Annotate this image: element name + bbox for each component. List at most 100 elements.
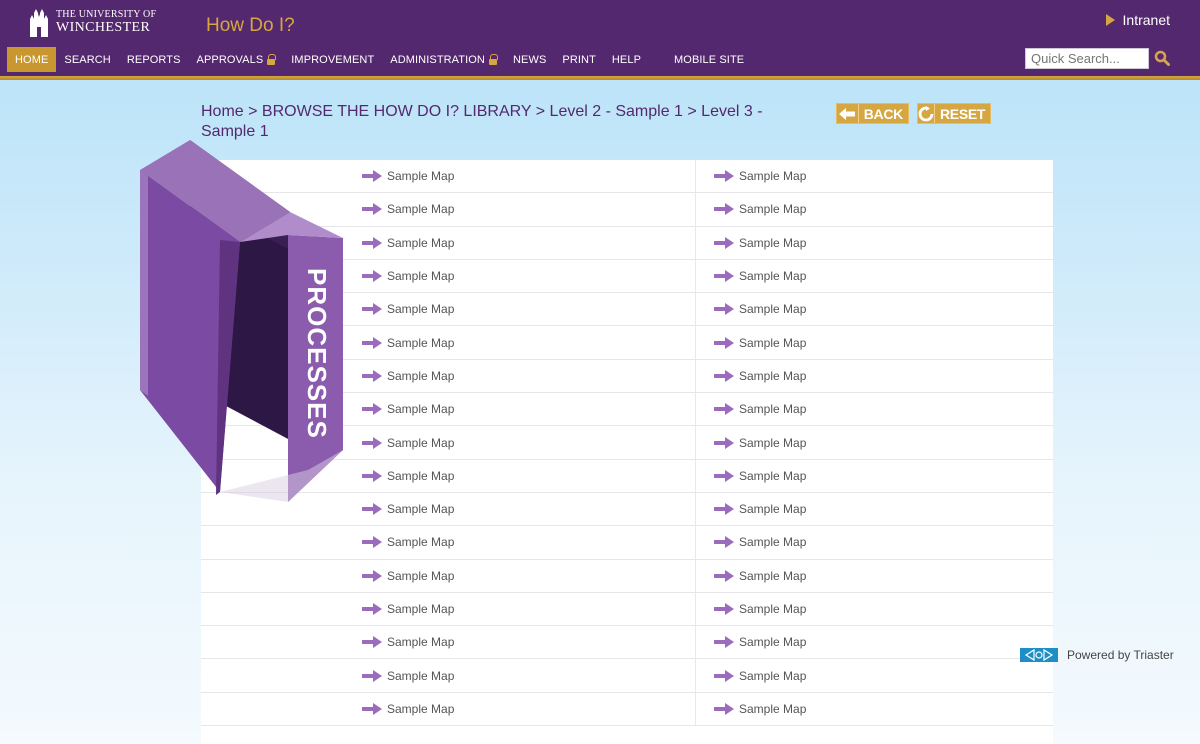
intranet-link[interactable]: Intranet [1105, 12, 1170, 28]
map-link-label[interactable]: Sample Map [739, 402, 806, 416]
map-link-label[interactable]: Sample Map [739, 269, 806, 283]
map-link-label[interactable]: Sample Map [387, 169, 454, 183]
map-list-item[interactable]: Sample Map [696, 626, 1053, 660]
map-link-label[interactable]: Sample Map [387, 635, 454, 649]
quick-search-input[interactable] [1025, 48, 1149, 69]
map-list-item[interactable]: Sample Map [201, 360, 695, 394]
arrow-right-icon [714, 403, 734, 416]
map-list-item[interactable]: Sample Map [201, 193, 695, 227]
breadcrumb[interactable]: Home > BROWSE THE HOW DO I? LIBRARY > Le… [201, 102, 821, 142]
arrow-right-icon [362, 503, 382, 516]
map-link-label[interactable]: Sample Map [387, 436, 454, 450]
nav-item-improvement[interactable]: IMPROVEMENT [283, 47, 382, 72]
map-list-item[interactable]: Sample Map [201, 160, 695, 194]
map-list-item[interactable]: Sample Map [696, 460, 1053, 493]
map-link-label[interactable]: Sample Map [387, 669, 454, 683]
map-list-left-column: Sample Map Sample Map Sample Map Sample Map… [201, 160, 695, 727]
search-icon[interactable] [1154, 50, 1170, 66]
lock-icon [488, 54, 498, 65]
map-list-item[interactable]: Sample Map [201, 227, 695, 260]
map-list-item[interactable]: Sample Map [201, 460, 695, 493]
nav-item-home[interactable]: HOME [7, 47, 57, 72]
map-list-item[interactable]: Sample Map [201, 393, 695, 427]
map-list-item[interactable]: Sample Map [201, 526, 695, 560]
map-list-item[interactable]: Sample Map [696, 227, 1053, 260]
map-link-label[interactable]: Sample Map [739, 669, 806, 683]
map-link-label[interactable]: Sample Map [387, 336, 454, 350]
map-list-item[interactable]: Sample Map [696, 260, 1053, 294]
map-link-label[interactable]: Sample Map [387, 369, 454, 383]
map-list-item[interactable]: Sample Map [201, 260, 695, 294]
map-list-item[interactable]: Sample Map [201, 560, 695, 593]
map-link-label[interactable]: Sample Map [739, 635, 806, 649]
map-link-label[interactable]: Sample Map [739, 469, 806, 483]
map-list-item[interactable]: Sample Map [696, 659, 1053, 693]
map-link-label[interactable]: Sample Map [387, 702, 454, 716]
nav-item-search[interactable]: SEARCH [56, 47, 118, 72]
map-list-item[interactable]: Sample Map [201, 426, 695, 460]
arrow-right-icon [714, 369, 734, 382]
map-link-label[interactable]: Sample Map [387, 302, 454, 316]
map-list-item[interactable]: Sample Map [696, 426, 1053, 460]
map-list-item[interactable]: Sample Map [201, 693, 695, 727]
map-link-label[interactable]: Sample Map [739, 336, 806, 350]
map-link-label[interactable]: Sample Map [739, 535, 806, 549]
reset-label: RESET [940, 105, 986, 122]
map-link-label[interactable]: Sample Map [739, 369, 806, 383]
map-link-label[interactable]: Sample Map [739, 436, 806, 450]
map-link-label[interactable]: Sample Map [387, 569, 454, 583]
arrow-right-icon [714, 203, 734, 216]
map-link-label[interactable]: Sample Map [739, 302, 806, 316]
map-link-label[interactable]: Sample Map [387, 202, 454, 216]
map-list-item[interactable]: Sample Map [696, 393, 1053, 427]
map-list-item[interactable]: Sample Map [696, 293, 1053, 327]
nav-item-administration[interactable]: ADMINISTRATION [382, 47, 505, 72]
map-link-label[interactable]: Sample Map [387, 502, 454, 516]
map-list-item[interactable]: Sample Map [696, 193, 1053, 227]
nav-item-news[interactable]: NEWS [505, 47, 554, 72]
arrow-right-icon [714, 569, 734, 582]
map-link-label[interactable]: Sample Map [739, 169, 806, 183]
map-link-label[interactable]: Sample Map [387, 236, 454, 250]
arrow-right-icon [362, 236, 382, 249]
map-list-item[interactable]: Sample Map [696, 526, 1053, 560]
map-link-label[interactable]: Sample Map [387, 402, 454, 416]
nav-item-reports[interactable]: REPORTS [119, 47, 189, 72]
map-list-item[interactable]: Sample Map [696, 160, 1053, 194]
map-link-label[interactable]: Sample Map [387, 535, 454, 549]
nav-item-print[interactable]: PRINT [554, 47, 604, 72]
map-link-label[interactable]: Sample Map [739, 502, 806, 516]
back-button[interactable]: BACK [836, 103, 909, 124]
map-list-item[interactable]: Sample Map [696, 593, 1053, 627]
map-list-item[interactable]: Sample Map [696, 560, 1053, 593]
header-gold-stripe [0, 76, 1200, 80]
map-link-label[interactable]: Sample Map [739, 569, 806, 583]
map-list-item[interactable]: Sample Map [696, 693, 1053, 727]
nav-item-approvals[interactable]: APPROVALS [189, 47, 284, 72]
map-link-label[interactable]: Sample Map [739, 236, 806, 250]
map-link-label[interactable]: Sample Map [387, 269, 454, 283]
map-link-label[interactable]: Sample Map [739, 202, 806, 216]
nav-item-mobile-site[interactable]: MOBILE SITE [666, 47, 752, 72]
map-list-item[interactable]: Sample Map [201, 659, 695, 693]
map-list-item[interactable]: Sample Map [696, 360, 1053, 394]
map-list-item[interactable]: Sample Map [696, 326, 1053, 360]
arrow-right-icon [362, 636, 382, 649]
university-logo[interactable]: THE UNIVERSITY OF WINCHESTER [28, 6, 168, 38]
nav-item-help[interactable]: HELP [604, 47, 649, 72]
map-link-label[interactable]: Sample Map [739, 602, 806, 616]
map-list-item[interactable]: Sample Map [201, 593, 695, 627]
map-link-label[interactable]: Sample Map [387, 602, 454, 616]
map-list-item[interactable]: Sample Map [201, 326, 695, 360]
map-list-item[interactable]: Sample Map [201, 293, 695, 327]
map-list-item[interactable]: Sample Map [201, 626, 695, 660]
play-arrow-icon [1105, 14, 1115, 26]
map-list-item[interactable]: Sample Map [201, 493, 695, 527]
map-link-label[interactable]: Sample Map [739, 702, 806, 716]
reset-button[interactable]: RESET [917, 103, 991, 124]
arrow-right-icon [362, 669, 382, 682]
powered-by-triaster[interactable]: Powered by Triaster [1020, 648, 1174, 662]
arrow-right-icon [714, 636, 734, 649]
map-link-label[interactable]: Sample Map [387, 469, 454, 483]
map-list-item[interactable]: Sample Map [696, 493, 1053, 527]
